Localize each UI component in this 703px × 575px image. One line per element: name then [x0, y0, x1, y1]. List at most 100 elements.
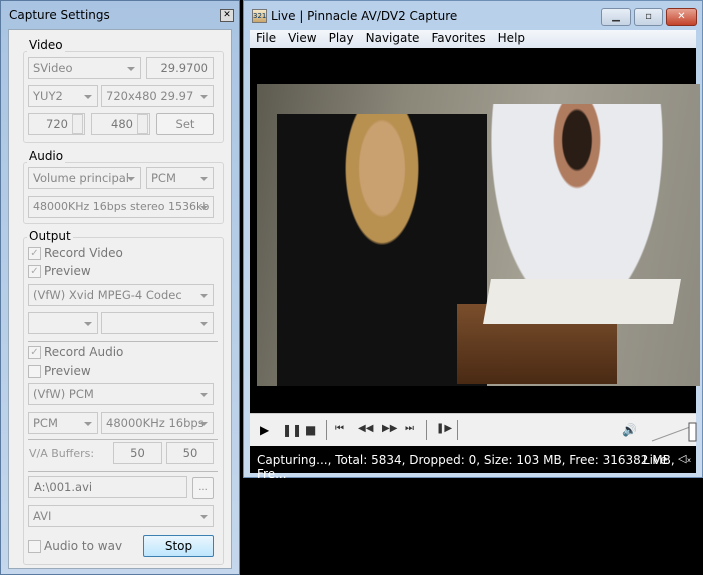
frame-step-button[interactable]: ❚▶: [436, 423, 452, 434]
audio-group-label: Audio: [27, 149, 66, 163]
record-video-checkbox[interactable]: ✓ Record Video: [28, 246, 123, 260]
volume-thumb: [688, 422, 697, 442]
chevron-down-icon: [127, 67, 135, 71]
fps-field[interactable]: 29.9700: [146, 57, 214, 79]
checkbox-label: Audio to wav: [44, 539, 123, 553]
capture-status: Capturing..., Total: 5834, Dropped: 0, S…: [257, 453, 675, 481]
checkbox-box: [28, 539, 41, 553]
close-button[interactable]: ✕: [220, 9, 234, 22]
chevron-down-icon: [84, 422, 92, 426]
selected-value: PCM: [151, 171, 176, 185]
video-frame: [257, 84, 700, 386]
chevron-down-icon: [200, 95, 208, 99]
audio-quality-select[interactable]: 48000KHz 16bps stereo 1536kb: [28, 196, 214, 218]
maximize-button[interactable]: ▫: [634, 8, 663, 26]
divider: [28, 341, 218, 342]
video-codec-select[interactable]: (VfW) Xvid MPEG-4 Codec: [28, 284, 214, 306]
stop-icon[interactable]: ■: [305, 423, 316, 437]
menu-view[interactable]: View: [282, 30, 322, 48]
height-spinner[interactable]: [137, 114, 148, 134]
chevron-down-icon: [84, 95, 92, 99]
chevron-down-icon: [127, 177, 135, 181]
rewind-button[interactable]: ◀◀: [358, 423, 373, 434]
record-audio-checkbox[interactable]: ✓ Record Audio: [28, 345, 123, 359]
play-button[interactable]: ▶: [260, 423, 269, 437]
checkbox-label: Preview: [44, 264, 91, 278]
width-spinner[interactable]: [72, 114, 83, 134]
selected-value: PCM: [33, 416, 58, 430]
audio-input-select[interactable]: Volume principal: [28, 167, 141, 189]
video-area[interactable]: [250, 48, 700, 413]
codec-option-select-2[interactable]: [101, 312, 214, 334]
audio-to-wav-checkbox[interactable]: Audio to wav: [28, 539, 122, 553]
fast-forward-button[interactable]: ▶▶: [382, 423, 397, 434]
open-book: [483, 279, 681, 324]
video-buffer-field[interactable]: 50: [113, 442, 162, 464]
buffers-label: V/A Buffers:: [29, 447, 95, 460]
mute-icon[interactable]: ◁ₓ: [678, 452, 691, 465]
video-format-select[interactable]: YUY2: [28, 85, 98, 107]
woman-figure: [277, 114, 487, 386]
set-button[interactable]: Set: [156, 113, 214, 135]
close-button[interactable]: ✕: [666, 8, 697, 26]
preview-video-checkbox[interactable]: ✓ Preview: [28, 264, 91, 278]
audio-buffer-field[interactable]: 50: [166, 442, 214, 464]
selected-value: (VfW) PCM: [33, 387, 94, 401]
preview-audio-checkbox[interactable]: Preview: [28, 364, 91, 378]
resolution-select[interactable]: 720x480 29.97: [101, 85, 214, 107]
divider: [28, 471, 218, 472]
app-icon: 321: [252, 9, 267, 23]
menu-bar: File View Play Navigate Favorites Help: [250, 30, 696, 48]
player-window: 321 Live | Pinnacle AV/DV2 Capture ▁ ▫ ✕…: [243, 0, 703, 481]
chevron-down-icon: [84, 322, 92, 326]
status-bar: Capturing..., Total: 5834, Dropped: 0, S…: [250, 446, 696, 481]
volume-slider[interactable]: [650, 421, 698, 443]
mode-label: Live: [643, 453, 668, 467]
menu-favorites[interactable]: Favorites: [425, 30, 491, 48]
divider: [426, 420, 427, 440]
chevron-down-icon: [200, 294, 208, 298]
container-select[interactable]: AVI: [28, 505, 214, 527]
audio-format-select[interactable]: PCM: [146, 167, 214, 189]
selected-value: SVideo: [33, 61, 73, 75]
output-audio-format-select[interactable]: PCM: [28, 412, 98, 434]
menu-play[interactable]: Play: [323, 30, 360, 48]
menu-file[interactable]: File: [250, 30, 282, 48]
selected-value: AVI: [33, 509, 52, 523]
divider: [457, 420, 458, 440]
skip-forward-button[interactable]: ⏭: [405, 423, 414, 434]
minimize-button[interactable]: ▁: [601, 8, 631, 26]
playback-controls: ▶ ❚❚ ■ ⏮ ◀◀ ▶▶ ⏭ ❚▶ 🔊: [250, 413, 698, 446]
selected-value: Volume principal: [33, 171, 129, 185]
filename-field[interactable]: A:\001.avi: [28, 476, 187, 498]
checkbox-box: [28, 364, 41, 378]
checkbox-label: Record Audio: [44, 345, 124, 359]
window-title: Capture Settings: [9, 8, 110, 22]
browse-button[interactable]: ...: [192, 477, 214, 499]
selected-value: 48000KHz 16bps: [106, 416, 204, 430]
chevron-down-icon: [200, 322, 208, 326]
video-input-select[interactable]: SVideo: [28, 57, 141, 79]
check-icon: ✓: [28, 345, 41, 359]
menu-navigate[interactable]: Navigate: [360, 30, 426, 48]
output-group-label: Output: [27, 229, 73, 243]
checkbox-label: Preview: [44, 364, 91, 378]
window-title: Live | Pinnacle AV/DV2 Capture: [271, 9, 458, 23]
stop-button[interactable]: Stop: [143, 535, 214, 557]
pause-button[interactable]: ❚❚: [282, 423, 302, 437]
skip-back-button[interactable]: ⏮: [335, 423, 344, 434]
selected-value: YUY2: [33, 89, 63, 103]
speaker-icon[interactable]: 🔊: [622, 423, 637, 437]
divider: [326, 420, 327, 440]
selected-value: 48000KHz 16bps stereo 1536kb: [33, 200, 210, 213]
audio-codec-select[interactable]: (VfW) PCM: [28, 383, 214, 405]
output-audio-quality-select[interactable]: 48000KHz 16bps: [101, 412, 214, 434]
menu-help[interactable]: Help: [492, 30, 531, 48]
chevron-down-icon: [200, 206, 208, 210]
check-icon: ✓: [28, 246, 41, 260]
codec-option-select-1[interactable]: [28, 312, 98, 334]
chevron-down-icon: [200, 515, 208, 519]
video-group-label: Video: [27, 38, 65, 52]
divider: [28, 439, 218, 440]
checkbox-label: Record Video: [44, 246, 123, 260]
